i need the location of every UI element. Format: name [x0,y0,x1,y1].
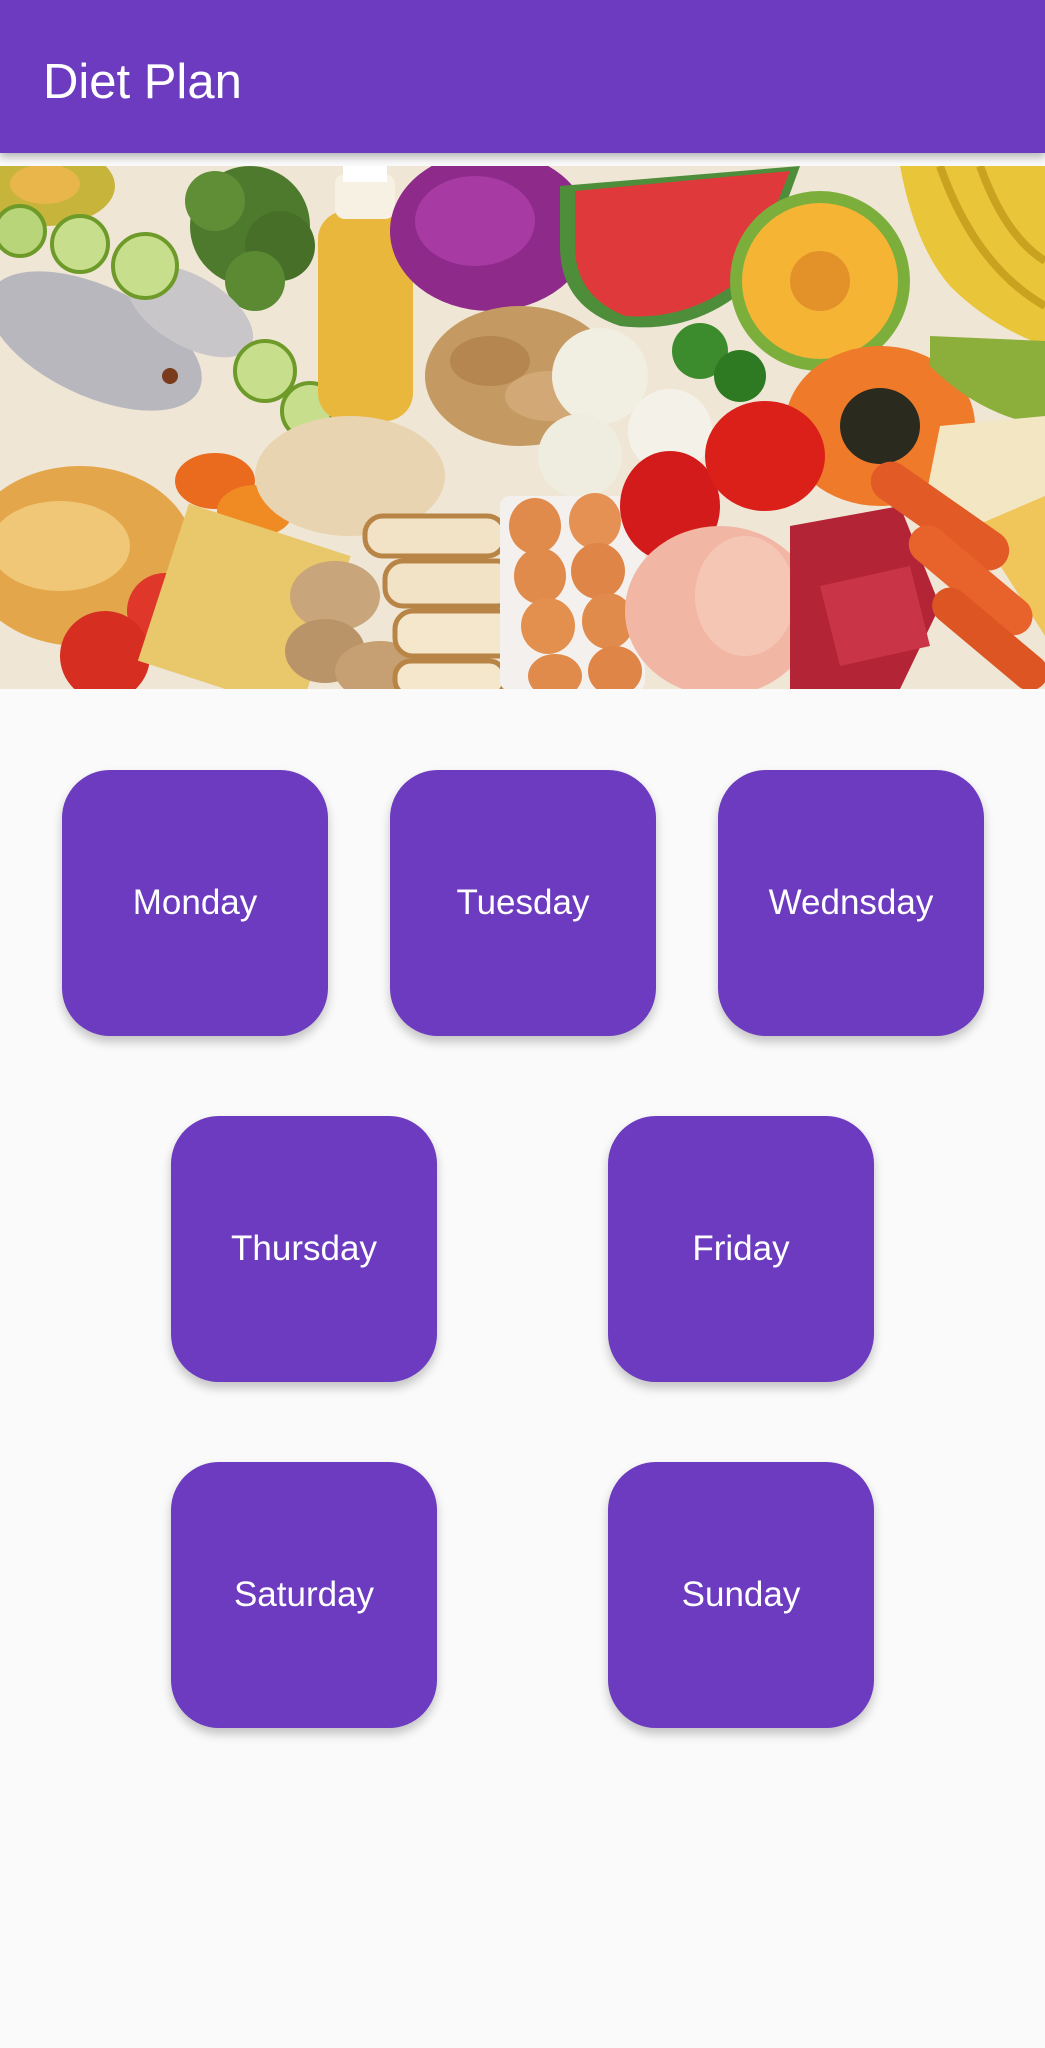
saturday-button[interactable]: Saturday [171,1462,437,1728]
sunday-label: Sunday [681,1575,801,1614]
friday-label: Friday [692,1229,790,1268]
monday-label: Monday [132,883,258,922]
sunday-button[interactable]: Sunday [608,1462,874,1728]
monday-button[interactable]: Monday [62,770,328,1036]
thursday-label: Thursday [231,1229,377,1268]
thursday-button[interactable]: Thursday [171,1116,437,1382]
wednesday-label: Wednsday [768,883,934,922]
app-bar: Diet Plan [0,0,1045,153]
banner-image [0,166,1045,689]
saturday-label: Saturday [233,1575,375,1614]
page-title: Diet Plan [43,55,242,109]
wednesday-button[interactable]: Wednsday [718,770,984,1036]
tuesday-label: Tuesday [456,883,590,922]
friday-button[interactable]: Friday [608,1116,874,1382]
tuesday-button[interactable]: Tuesday [390,770,656,1036]
